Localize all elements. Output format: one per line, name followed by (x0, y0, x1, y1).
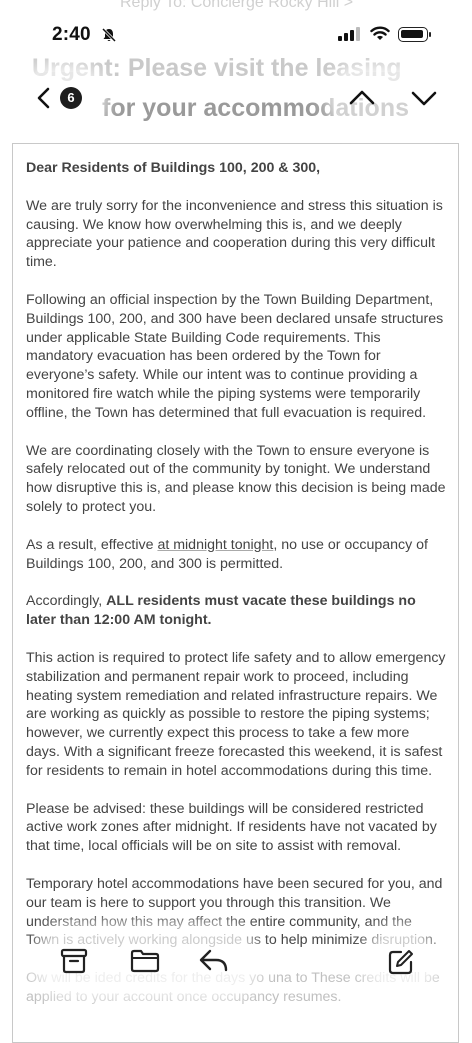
email-greeting: Dear Residents of Buildings 100, 200 & 3… (26, 160, 321, 176)
chevron-left-icon (37, 87, 50, 109)
status-time: 2:40 (52, 24, 91, 45)
bottom-toolbar (42, 932, 252, 990)
compose-button[interactable] (372, 932, 430, 990)
unread-count-badge: 6 (60, 87, 82, 109)
cellular-signal-icon (338, 27, 360, 41)
compose-icon (388, 950, 413, 975)
email-paragraph: Accordingly, ALL residents must vacate t… (26, 592, 446, 630)
email-paragraph: This action is required to protect life … (26, 649, 446, 779)
email-paragraph: We are coordinating closely with the Tow… (26, 442, 446, 515)
text-run: Accordingly, (26, 593, 107, 610)
back-button[interactable]: 6 (24, 72, 100, 124)
archive-icon[interactable] (60, 948, 88, 974)
folder-icon[interactable] (130, 948, 160, 974)
next-message-button[interactable] (410, 86, 438, 110)
time-link[interactable]: at midnight tonight (157, 537, 273, 553)
battery-icon (398, 27, 431, 42)
email-paragraph: As a result, effective at midnight tonig… (26, 536, 446, 574)
text-run: As a result, effective (26, 536, 158, 553)
silent-bell-icon (101, 27, 117, 43)
message-navigation (334, 72, 452, 124)
email-paragraph: Please be advised: these buildings will … (26, 800, 437, 855)
previous-message-button[interactable] (348, 86, 376, 110)
email-paragraph: We are truly sorry for the inconvenience… (26, 197, 443, 271)
status-bar: 2:40 (0, 0, 472, 60)
wifi-icon (370, 26, 390, 40)
reply-icon[interactable] (198, 948, 230, 974)
email-body: Dear Residents of Buildings 100, 200 & 3… (26, 159, 446, 1026)
email-paragraph: Following an official inspection by the … (26, 291, 444, 421)
